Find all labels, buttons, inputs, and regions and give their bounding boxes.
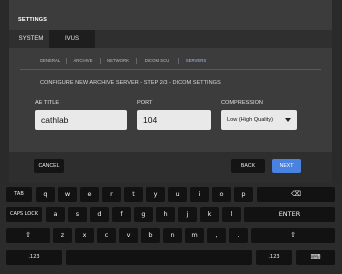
next-button[interactable]: NEXT [272, 159, 301, 173]
key-o[interactable]: o [212, 187, 231, 202]
key-b[interactable]: b [141, 228, 160, 243]
key-m[interactable]: m [185, 228, 204, 243]
tab-system[interactable]: SYSTEM [13, 30, 49, 48]
key-a[interactable]: a [46, 207, 65, 222]
key-e[interactable]: e [80, 187, 99, 202]
subtab-network[interactable]: NETWORK [104, 55, 132, 67]
ae-title-label: AE TITLE [35, 100, 60, 106]
key-v[interactable]: v [119, 228, 138, 243]
dialog-title: SETTINGS [18, 17, 48, 23]
subtab-divider [66, 58, 67, 64]
key-l[interactable]: l [222, 207, 241, 222]
back-button[interactable]: BACK [231, 159, 265, 173]
subtab-divider [136, 58, 137, 64]
key-n[interactable]: n [163, 228, 182, 243]
key-caps-lock[interactable]: CAPS LOCK [6, 207, 42, 222]
backspace-icon[interactable]: ⌫ [257, 187, 335, 202]
key-t[interactable]: t [124, 187, 143, 202]
key-numbers-left[interactable]: .123 [6, 250, 62, 265]
key-x[interactable]: x [75, 228, 94, 243]
compression-label: COMPRESSION [221, 100, 263, 106]
port-input[interactable]: 104 [137, 110, 211, 130]
shift-right-icon[interactable]: ⇧ [251, 228, 335, 243]
step-title: CONFIGURE NEW ARCHIVE SERVER - STEP 2/3 … [40, 80, 221, 86]
key-r[interactable]: r [102, 187, 121, 202]
key-s[interactable]: s [68, 207, 87, 222]
key-q[interactable]: q [36, 187, 55, 202]
subtab-servers[interactable]: SERVERS [182, 55, 210, 67]
key-j[interactable]: j [178, 207, 197, 222]
key-tab[interactable]: TAB [6, 187, 32, 202]
key-f[interactable]: f [112, 207, 131, 222]
key-space[interactable] [66, 250, 252, 265]
key-w[interactable]: w [58, 187, 77, 202]
subtab-general[interactable]: GENERAL [38, 55, 62, 67]
main-tab-bar: SYSTEM IVUS [9, 30, 332, 48]
key-h[interactable]: h [156, 207, 175, 222]
subtab-divider [178, 58, 179, 64]
key-d[interactable]: d [90, 207, 109, 222]
subtab-dicom-scu[interactable]: DICOM SCU [140, 55, 174, 67]
key-enter[interactable]: ENTER [244, 207, 335, 222]
chevron-down-icon [285, 118, 291, 122]
port-label: PORT [137, 100, 153, 106]
key-i[interactable]: i [190, 187, 209, 202]
settings-dialog: SETTINGS SYSTEM IVUS GENERAL ARCHIVE NET… [9, 0, 332, 183]
subtab-divider [100, 58, 101, 64]
tab-ivus[interactable]: IVUS [49, 30, 95, 48]
shift-left-icon[interactable]: ⇧ [6, 228, 50, 243]
key-u[interactable]: u [168, 187, 187, 202]
dialog-footer: CANCEL BACK NEXT [9, 152, 332, 183]
key-y[interactable]: y [146, 187, 165, 202]
keyboard-hide-icon[interactable]: ⌨ [296, 250, 335, 265]
cancel-button[interactable]: CANCEL [34, 159, 64, 173]
key-p[interactable]: p [234, 187, 253, 202]
subtab-archive[interactable]: ARCHIVE [70, 55, 96, 67]
key-k[interactable]: k [200, 207, 219, 222]
on-screen-keyboard: TAB q w e r t y u i o p ⌫ CAPS LOCK a s … [0, 183, 342, 274]
key-c[interactable]: c [97, 228, 116, 243]
key-period[interactable]: . [229, 228, 248, 243]
ae-title-input[interactable]: cathlab [35, 110, 127, 130]
key-numbers-right[interactable]: .123 [256, 250, 292, 265]
key-z[interactable]: z [53, 228, 72, 243]
key-comma[interactable]: , [207, 228, 226, 243]
key-g[interactable]: g [134, 207, 153, 222]
compression-value: Low (High Quality) [227, 117, 274, 123]
compression-select[interactable]: Low (High Quality) [221, 110, 297, 130]
subtab-underline [20, 69, 321, 70]
sub-tab-bar: GENERAL ARCHIVE NETWORK DICOM SCU SERVER… [20, 55, 320, 67]
